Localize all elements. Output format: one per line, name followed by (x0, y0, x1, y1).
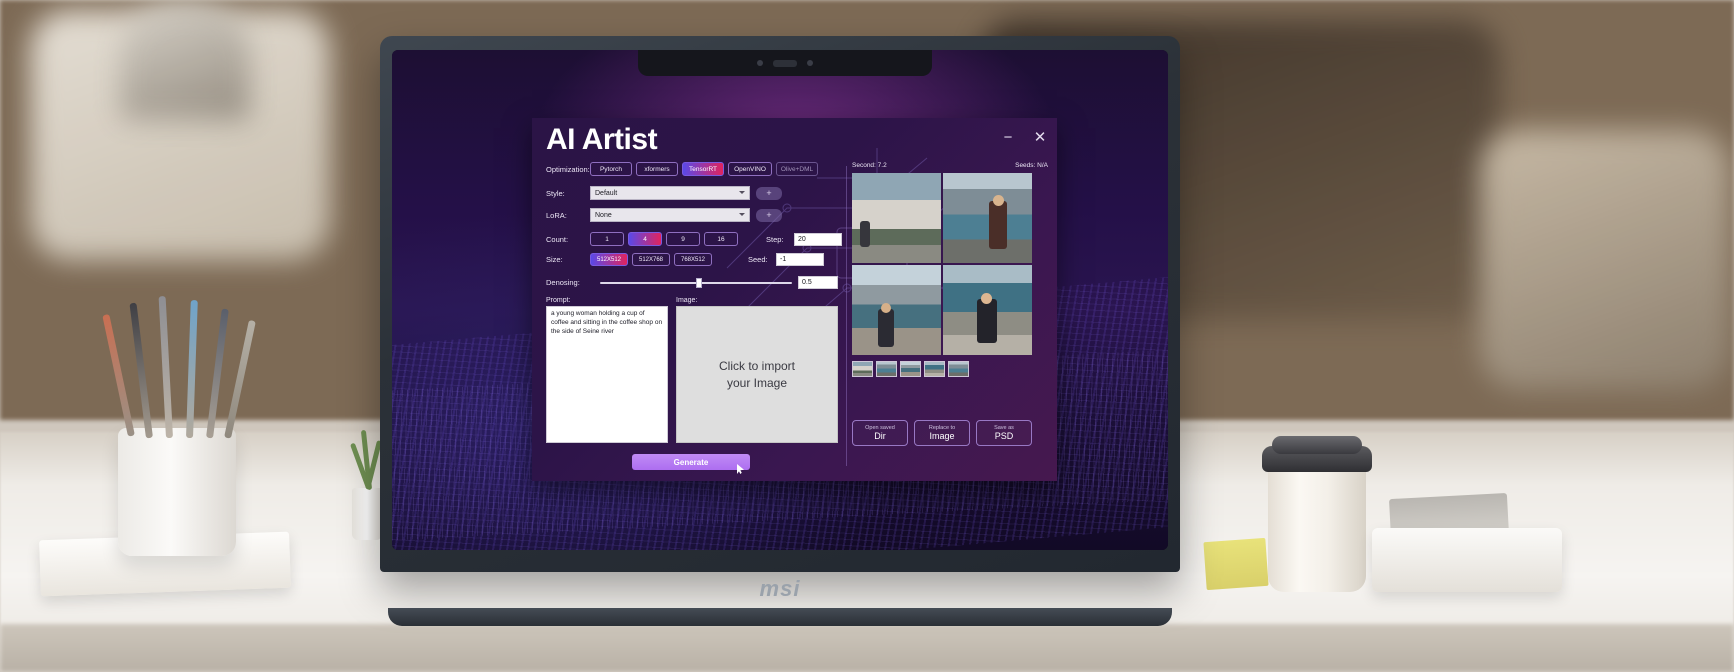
lora-label: LoRA: (546, 210, 567, 220)
window-controls: − ✕ (999, 128, 1049, 146)
thumbnail-2[interactable] (876, 361, 897, 377)
prompt-textarea[interactable]: a young woman holding a cup of coffee an… (546, 306, 668, 443)
size-option-512x768[interactable]: 512X768 (632, 253, 670, 266)
seed-input[interactable]: -1 (776, 253, 824, 266)
camera-indicator-icon (757, 60, 763, 66)
style-value: Default (595, 189, 618, 197)
results-grid (852, 173, 1032, 355)
open-saved-dir-button[interactable]: Open saved Dir (852, 420, 908, 446)
thumbnail-3[interactable] (900, 361, 921, 377)
optimization-option-openvino[interactable]: OpenVINO (728, 162, 772, 176)
prompt-label: Prompt: (546, 297, 571, 304)
save-as-psd-button[interactable]: Save as PSD (976, 420, 1032, 446)
window-titlebar: AI Artist − ✕ (532, 118, 1057, 162)
plant-pot (352, 488, 382, 540)
open-saved-dir-bottom-label: Dir (874, 430, 886, 441)
add-style-button[interactable]: + (756, 186, 782, 200)
small-plant (349, 429, 382, 540)
lora-row: LoRA: None + (546, 208, 846, 222)
size-option-512x512[interactable]: 512X512 (590, 253, 628, 266)
optimization-option-tensorrt[interactable]: TensorRT (682, 162, 724, 176)
replace-to-image-bottom-label: Image (929, 430, 955, 441)
ai-artist-window: AI Artist − ✕ Optimization: Pytorch xfor… (532, 118, 1057, 481)
result-image-2[interactable] (943, 173, 1032, 263)
seeds-label: Seeds: N/A (1015, 162, 1048, 169)
seed-label: Seed: (748, 255, 768, 264)
white-box (1372, 528, 1562, 592)
count-option-4[interactable]: 4 (628, 232, 662, 246)
size-label: Size: (546, 255, 563, 264)
denoising-row: Denosing: 0.5 (546, 276, 838, 289)
camera-lens-icon (807, 60, 813, 66)
thumbnail-5[interactable] (948, 361, 969, 377)
prompt-image-row: Prompt: a young woman holding a cup of c… (546, 297, 846, 443)
lora-value: None (595, 211, 612, 219)
count-label: Count: (546, 234, 569, 244)
laptop-screen-bezel: AI Artist − ✕ Optimization: Pytorch xfor… (392, 50, 1168, 550)
settings-pane: Optimization: Pytorch xformers TensorRT … (546, 162, 846, 443)
step-input[interactable]: 20 (794, 232, 842, 246)
laptop-base (388, 608, 1172, 626)
laptop: AI Artist − ✕ Optimization: Pytorch xfor… (380, 36, 1180, 626)
scene-photograph: AI Artist − ✕ Optimization: Pytorch xfor… (0, 0, 1734, 672)
background-blob-chair (1480, 130, 1730, 390)
thumbnail-1[interactable] (852, 361, 873, 377)
pencil-holder (118, 428, 236, 556)
optimization-label: Optimization: (546, 164, 590, 174)
generate-button[interactable]: Generate (632, 454, 750, 470)
results-meta: Second: 7.2 Seeds: N/A (852, 162, 1048, 169)
pane-divider (846, 166, 847, 466)
denoising-slider-thumb[interactable] (696, 277, 702, 288)
result-image-4[interactable] (943, 265, 1032, 355)
coffee-cup (1262, 430, 1372, 592)
optimization-row: Optimization: Pytorch xformers TensorRT … (546, 162, 846, 176)
save-as-psd-bottom-label: PSD (994, 430, 1014, 441)
optimization-option-olive-dml[interactable]: Olive+DML (776, 162, 818, 176)
action-buttons: Open saved Dir Replace to Image Save as … (852, 420, 1032, 446)
image-drop-line2: your Image (726, 375, 787, 390)
image-drop-zone[interactable]: Click to import your Image (676, 306, 838, 443)
style-label: Style: (546, 188, 565, 198)
chevron-down-icon-lora (739, 213, 745, 216)
laptop-brand-logo: msi (759, 576, 801, 601)
optimization-option-pytorch[interactable]: Pytorch (590, 162, 632, 176)
count-option-9[interactable]: 9 (666, 232, 700, 246)
image-label: Image: (676, 297, 698, 304)
chevron-down-icon (739, 191, 745, 194)
cup-lid-top (1272, 436, 1362, 454)
denoising-slider[interactable] (600, 277, 792, 288)
thumbnail-4[interactable] (924, 361, 945, 377)
close-icon[interactable]: ✕ (1031, 128, 1049, 146)
count-option-16[interactable]: 16 (704, 232, 738, 246)
thumbnail-strip (852, 361, 1048, 377)
count-row: Count: 1 4 9 16 Step: 20 (546, 232, 846, 246)
count-option-1[interactable]: 1 (590, 232, 624, 246)
step-label: Step: (766, 234, 784, 244)
style-row: Style: Default + (546, 186, 846, 200)
desk-edge (0, 624, 1734, 672)
denoising-label: Denosing: (546, 278, 580, 287)
result-image-3[interactable] (852, 265, 941, 355)
add-lora-button[interactable]: + (756, 208, 782, 222)
ir-sensor-icon (773, 59, 797, 67)
result-image-1[interactable] (852, 173, 941, 263)
denoising-value-input[interactable]: 0.5 (798, 276, 838, 289)
replace-to-image-button[interactable]: Replace to Image (914, 420, 970, 446)
image-group: Image: Click to import your Image (676, 297, 838, 443)
optimization-option-xformers[interactable]: xformers (636, 162, 678, 176)
app-title: AI Artist (546, 123, 658, 156)
sticky-notes (1203, 537, 1269, 591)
size-row: Size: 512X512 512X768 768X512 Seed: -1 (546, 253, 846, 266)
webcam-bar (638, 50, 932, 76)
lora-select[interactable]: None (590, 208, 750, 222)
results-pane: Second: 7.2 Seeds: N/A Open saved Dir Re… (852, 162, 1048, 446)
style-select[interactable]: Default (590, 186, 750, 200)
image-drop-line1: Click to import (718, 359, 795, 374)
second-label: Second: 7.2 (852, 162, 887, 169)
cup-body (1268, 458, 1366, 592)
minimize-icon[interactable]: − (999, 128, 1017, 146)
background-blob-lamp (120, 0, 250, 120)
prompt-group: Prompt: a young woman holding a cup of c… (546, 297, 668, 443)
size-option-768x512[interactable]: 768X512 (674, 253, 712, 266)
